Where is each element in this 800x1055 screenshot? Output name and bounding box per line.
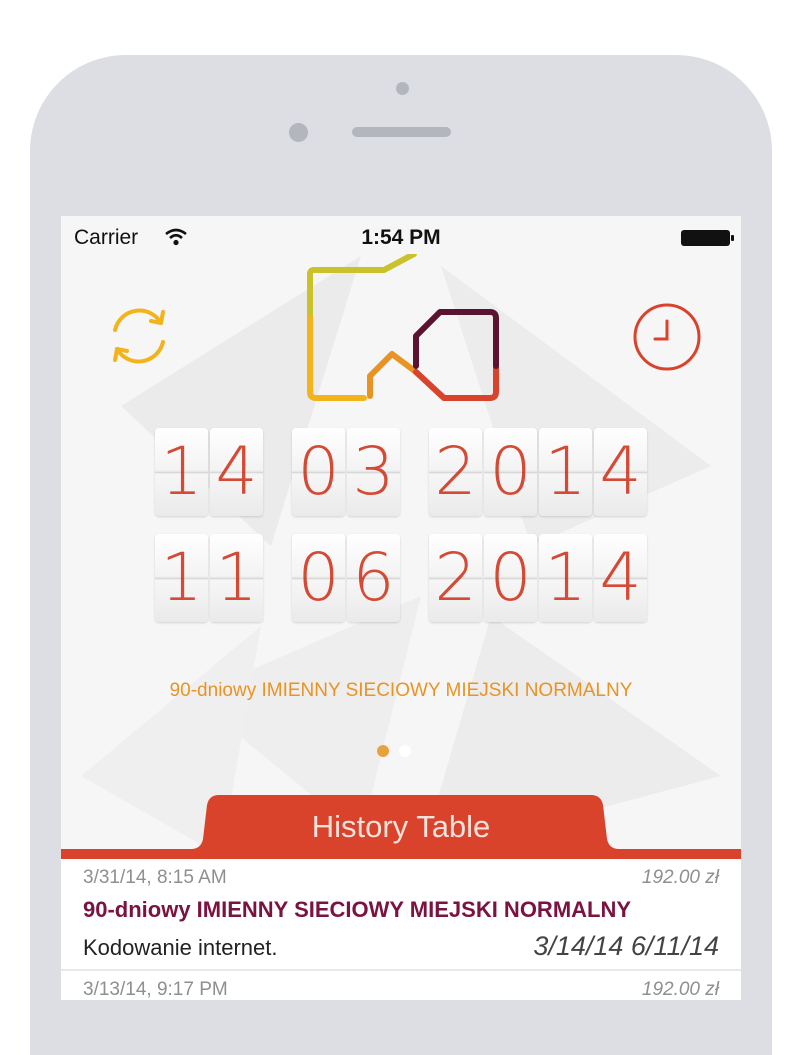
start-year-digit-2: 0: [484, 428, 537, 516]
proximity-sensor: [289, 123, 308, 142]
front-camera: [396, 82, 409, 95]
page-dot-2[interactable]: [399, 745, 411, 757]
entry-ticket-name: 90-dniowy IMIENNY SIECIOWY MIEJSKI NORMA…: [83, 897, 632, 922]
app-screen: Carrier 1:54 PM 1 4 0 3 2 0 1 4 1 1 0 6 …: [61, 216, 741, 1000]
history-table-header: History Table: [61, 791, 741, 861]
earpiece-speaker: [352, 127, 451, 137]
page-dot-1[interactable]: [377, 745, 389, 757]
end-year-digit-1: 2: [429, 534, 482, 622]
ticket-name: 90-dniowy IMIENNY SIECIOWY MIEJSKI NORMA…: [169, 680, 633, 701]
end-month-digit-1: 0: [292, 534, 345, 622]
history-list: 3/31/14, 8:15 AM 192.00 zł 90-dniowy IMI…: [61, 859, 741, 1000]
start-day-digit-2: 4: [210, 428, 263, 516]
clock-time: 1:54 PM: [361, 226, 441, 249]
start-month-digit-2: 3: [347, 428, 400, 516]
end-year-digit-2: 0: [484, 534, 537, 622]
end-day-digit-1: 1: [155, 534, 208, 622]
start-year-digit-1: 2: [429, 428, 482, 516]
history-entry[interactable]: 3/13/14, 9:17 PM 192.00 zł: [61, 971, 741, 1000]
start-year-digit-4: 4: [594, 428, 647, 516]
entry-source: Kodowanie internet.: [83, 935, 278, 960]
refresh-icon: [113, 308, 165, 364]
end-year-digit-4: 4: [594, 534, 647, 622]
end-day-digit-2: 1: [210, 534, 263, 622]
entry-price: 192.00 zł: [641, 979, 719, 1000]
refresh-button[interactable]: [101, 298, 177, 374]
history-title: History Table: [311, 809, 491, 844]
battery-icon: [681, 230, 734, 246]
page-indicator[interactable]: [377, 744, 421, 762]
end-year-digit-3: 1: [539, 534, 592, 622]
entry-validity-range: 3/14/14 6/11/14: [533, 931, 719, 961]
entry-price: 192.00 zł: [641, 867, 719, 888]
start-year-digit-3: 1: [539, 428, 592, 516]
history-entry[interactable]: 3/31/14, 8:15 AM 192.00 zł 90-dniowy IMI…: [61, 859, 741, 971]
end-month-digit-2: 6: [347, 534, 400, 622]
clock-icon: [633, 303, 701, 371]
app-logo: [307, 254, 499, 401]
start-day-digit-1: 1: [155, 428, 208, 516]
entry-datetime: 3/13/14, 9:17 PM: [83, 979, 228, 1000]
start-month-digit-1: 0: [292, 428, 345, 516]
history-clock-button[interactable]: [631, 301, 703, 373]
entry-datetime: 3/31/14, 8:15 AM: [83, 867, 227, 888]
